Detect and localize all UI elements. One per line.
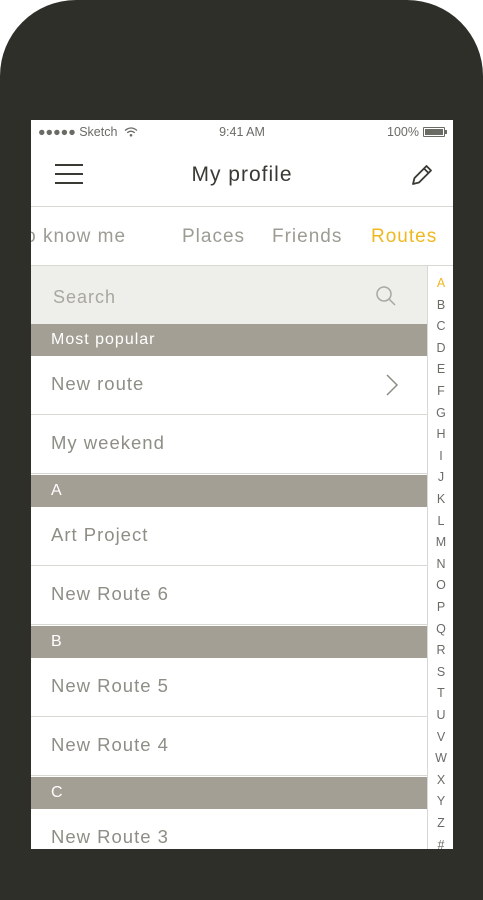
index-letter-p[interactable]: P	[428, 600, 453, 614]
index-letter-e[interactable]: E	[428, 362, 453, 376]
index-letter-n[interactable]: N	[428, 557, 453, 571]
section-header-b: B	[31, 626, 427, 658]
index-letter-z[interactable]: Z	[428, 816, 453, 830]
search-icon[interactable]	[375, 285, 397, 307]
tab-routes[interactable]: Routes	[371, 226, 437, 248]
search-input[interactable]	[51, 283, 355, 311]
list-item-new-route-5[interactable]: New Route 5	[31, 658, 427, 717]
list-item-label: Art Project	[51, 524, 149, 545]
list-item-label: New Route 4	[51, 734, 169, 755]
index-letter-v[interactable]: V	[428, 730, 453, 744]
index-letter-o[interactable]: O	[428, 578, 453, 592]
index-letter-s[interactable]: S	[428, 665, 453, 679]
list-item-label: New Route 6	[51, 583, 169, 604]
list-item-my-weekend[interactable]: My weekend	[31, 415, 427, 474]
index-letter-x[interactable]: X	[428, 773, 453, 787]
index-letter-i[interactable]: I	[428, 449, 453, 463]
index-letter-f[interactable]: F	[428, 384, 453, 398]
list-item-label: My weekend	[51, 432, 165, 453]
list-item-new-route-3[interactable]: New Route 3	[31, 809, 427, 849]
index-letter-h[interactable]: H	[428, 427, 453, 441]
pencil-icon[interactable]	[409, 162, 435, 188]
status-bar: ●●●●● Sketch 9:41 AM 100%	[31, 120, 453, 144]
navigation-bar: My profile	[31, 144, 453, 207]
routes-list: Most popular New route My weekend A Art …	[31, 266, 427, 849]
list-item-new-route-4[interactable]: New Route 4	[31, 717, 427, 776]
index-letter-hash[interactable]: #	[428, 838, 453, 849]
index-letter-r[interactable]: R	[428, 643, 453, 657]
list-item-new-route-6[interactable]: New Route 6	[31, 566, 427, 625]
index-letter-t[interactable]: T	[428, 686, 453, 700]
page-title: My profile	[191, 163, 293, 186]
index-letter-g[interactable]: G	[428, 406, 453, 420]
chevron-right-icon	[386, 374, 399, 396]
battery-icon	[423, 127, 447, 137]
index-letter-c[interactable]: C	[428, 319, 453, 333]
list-item-art-project[interactable]: Art Project	[31, 507, 427, 566]
list-item-new-route[interactable]: New route	[31, 356, 427, 415]
tab-friends[interactable]: Friends	[272, 226, 342, 248]
tab-places[interactable]: Places	[182, 226, 245, 248]
index-letter-w[interactable]: W	[428, 751, 453, 765]
tab-get-to-know-me[interactable]: Get to know me	[31, 226, 126, 248]
battery-label: 100%	[387, 125, 419, 139]
index-letter-b[interactable]: B	[428, 298, 453, 312]
tab-bar: Get to know me Places Friends Routes	[31, 207, 453, 266]
index-letter-d[interactable]: D	[428, 341, 453, 355]
index-letter-q[interactable]: Q	[428, 622, 453, 636]
index-letter-j[interactable]: J	[428, 470, 453, 484]
index-letter-u[interactable]: U	[428, 708, 453, 722]
index-letter-a[interactable]: A	[428, 276, 453, 290]
index-letter-l[interactable]: L	[428, 514, 453, 528]
list-item-label: New Route 3	[51, 826, 169, 847]
list-item-label: New route	[51, 373, 145, 394]
section-header-a: A	[31, 475, 427, 507]
index-letter-m[interactable]: M	[428, 535, 453, 549]
search-bar	[31, 266, 427, 324]
list-item-label: New Route 5	[51, 675, 169, 696]
alphabet-index[interactable]: A B C D E F G H I J K L M N O P Q R S T U V W X Y Z #	[427, 266, 453, 849]
index-letter-k[interactable]: K	[428, 492, 453, 506]
section-header-c: C	[31, 777, 427, 809]
screen: ●●●●● Sketch 9:41 AM 100% My profile Get…	[31, 120, 453, 849]
section-header-most-popular: Most popular	[31, 324, 427, 356]
index-letter-y[interactable]: Y	[428, 794, 453, 808]
